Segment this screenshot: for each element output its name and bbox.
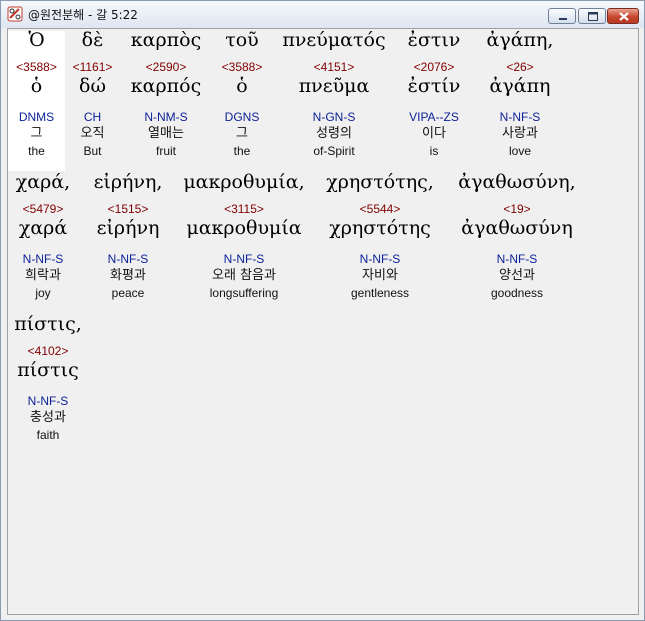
minimize-button[interactable] (548, 8, 576, 24)
korean-gloss: 사랑과 (502, 126, 538, 141)
parsing-code: N-NF-S (359, 252, 401, 266)
lemma: πνεῦμα (298, 75, 370, 97)
maximize-icon (588, 12, 598, 21)
parsing-code: N-NM-S (144, 110, 188, 124)
word-block[interactable]: δὲ <1161> δώ CH 오직 But (65, 31, 120, 171)
greek-word: χρηστότης, (326, 171, 434, 193)
close-button[interactable] (607, 8, 639, 24)
word-block[interactable]: μακροθυμία, <3115> μακροθυμία N-NF-S 오래 … (178, 173, 310, 313)
word-block[interactable]: πίστις, <4102> πίστις N-NF-S 충성과 faith (8, 315, 88, 455)
title-bar[interactable]: @원전분해 - 갈 5:22 (1, 1, 644, 28)
lemma: ἐστίν (407, 75, 461, 97)
english-gloss: peace (111, 286, 145, 300)
word-block[interactable]: ἐστιν <2076> ἐστίν VIPA--ZS 이다 is (396, 31, 472, 171)
korean-gloss: 오직 (80, 126, 105, 141)
parsing-code: VIPA--ZS (409, 110, 459, 124)
word-block[interactable]: χαρά, <5479> χαρά N-NF-S 희락과 joy (8, 173, 78, 313)
greek-word: τοῦ (225, 29, 259, 51)
word-block[interactable]: πνεύματός <4151> πνεῦμα N-GN-S 성령의 of-Sp… (272, 31, 396, 171)
lemma: δώ (79, 75, 106, 97)
greek-word: ἀγάπη, (486, 29, 554, 51)
english-gloss: goodness (490, 286, 544, 300)
korean-gloss: 그 (30, 126, 43, 141)
word-block[interactable]: ἀγάπη, <26> ἀγάπη N-NF-S 사랑과 love (472, 31, 568, 171)
korean-gloss: 오래 참음과 (212, 268, 276, 283)
korean-gloss: 양선과 (499, 268, 535, 283)
word-block[interactable]: τοῦ <3588> ὁ DGNS 그 the (212, 31, 272, 171)
parsing-code: N-GN-S (312, 110, 356, 124)
minimize-icon (559, 18, 567, 20)
parsing-code: DGNS (224, 110, 260, 124)
lemma: ἀγάπη (489, 75, 551, 97)
greek-word: πίστις, (14, 313, 82, 335)
greek-word: δὲ (81, 29, 104, 51)
lemma: πίστις (17, 359, 79, 381)
lemma: ἀγαθωσύνη (461, 217, 573, 239)
english-gloss: But (83, 144, 102, 158)
english-gloss: the (233, 144, 251, 158)
word-block[interactable]: καρπὸς <2590> καρπός N-NM-S 열매는 fruit (120, 31, 212, 171)
lemma: χρηστότης (329, 217, 431, 239)
english-gloss: the (28, 144, 45, 158)
greek-word: εἰρήνη, (93, 171, 163, 193)
word-block[interactable]: χρηστότης, <5544> χρηστότης N-NF-S 자비와 g… (310, 173, 450, 313)
parsing-code: N-NF-S (496, 252, 538, 266)
greek-word: ἐστιν (407, 29, 461, 51)
parsing-code: N-NF-S (223, 252, 265, 266)
korean-gloss: 그 (236, 126, 248, 141)
korean-gloss: 희락과 (25, 268, 61, 283)
word-block[interactable]: εἰρήνη, <1515> εἰρήνη N-NF-S 화평과 peace (78, 173, 178, 313)
english-gloss: of-Spirit (313, 144, 355, 158)
greek-word: μακροθυμία, (183, 171, 305, 193)
close-icon (619, 12, 629, 21)
korean-gloss: 화평과 (110, 268, 146, 283)
app-window: @원전분해 - 갈 5:22 Ὁ <3588> ὁ DNMS 그 the δὲ … (0, 0, 645, 621)
maximize-button[interactable] (578, 8, 606, 24)
greek-word: ἀγαθωσύνη, (458, 171, 576, 193)
greek-word: πνεύματός (282, 29, 386, 51)
korean-gloss: 충성과 (30, 410, 66, 425)
korean-gloss: 자비와 (362, 268, 398, 283)
english-gloss: love (508, 144, 531, 158)
parsing-code: N-NF-S (22, 252, 64, 266)
lemma: χαρά (18, 217, 68, 239)
english-gloss: joy (35, 286, 51, 300)
lemma: ὁ (236, 75, 248, 97)
lemma: εἰρήνη (96, 217, 160, 239)
interlinear-view[interactable]: Ὁ <3588> ὁ DNMS 그 the δὲ <1161> δώ CH 오직… (7, 28, 639, 615)
korean-gloss: 열매는 (148, 126, 184, 141)
english-gloss: fruit (155, 144, 176, 158)
parsing-code: DNMS (18, 110, 55, 124)
app-icon[interactable] (7, 6, 23, 22)
english-gloss: longsuffering (209, 286, 279, 300)
english-gloss: is (429, 144, 439, 158)
parsing-code: N-NF-S (27, 394, 69, 408)
english-gloss: faith (36, 428, 60, 442)
korean-gloss: 성령의 (316, 126, 352, 141)
lemma: μακροθυμία (186, 217, 302, 239)
parsing-code: N-NF-S (499, 110, 541, 124)
greek-word: καρπὸς (130, 29, 202, 51)
lemma: ὁ (30, 75, 43, 97)
greek-word: χαρά, (15, 171, 71, 193)
greek-word: Ὁ (28, 29, 45, 51)
parsing-code: N-NF-S (107, 252, 149, 266)
word-block[interactable]: ἀγαθωσύνη, <19> ἀγαθωσύνη N-NF-S 양선과 goo… (450, 173, 584, 313)
lemma: καρπός (130, 75, 202, 97)
english-gloss: gentleness (350, 286, 410, 300)
word-block-selected[interactable]: Ὁ <3588> ὁ DNMS 그 the (8, 31, 65, 171)
window-title: @원전분해 - 갈 5:22 (28, 8, 138, 22)
parsing-code: CH (83, 110, 102, 124)
korean-gloss: 이다 (422, 126, 446, 141)
